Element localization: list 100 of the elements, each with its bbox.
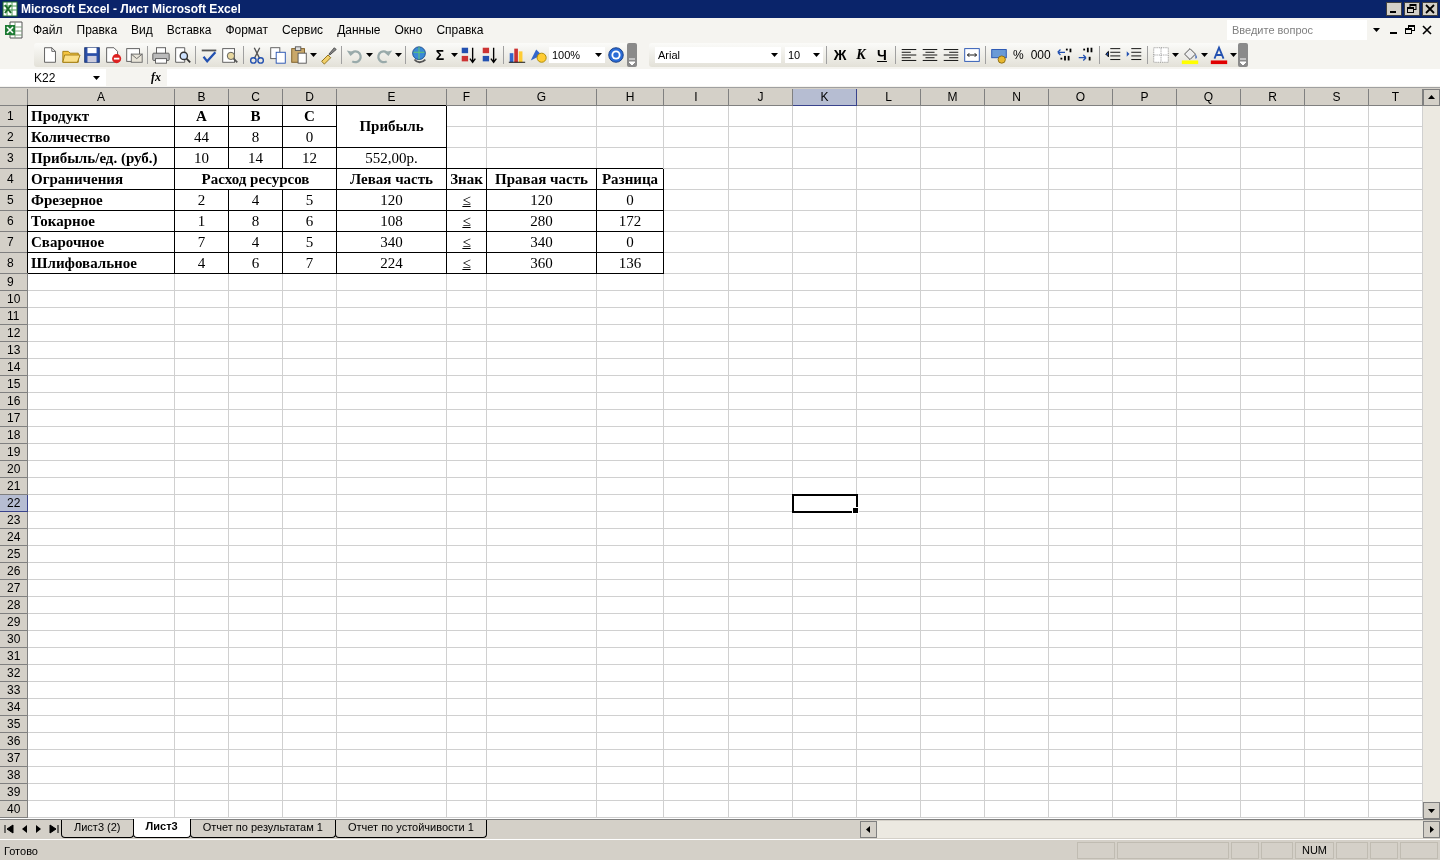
vertical-scrollbar[interactable] [1423, 89, 1440, 819]
row-header[interactable]: 28 [0, 597, 28, 614]
menu-item[interactable]: Вставка [159, 21, 219, 39]
row-header[interactable]: 32 [0, 665, 28, 682]
column-header[interactable]: N [985, 89, 1049, 106]
row-header[interactable]: 33 [0, 682, 28, 699]
row-header[interactable]: 4 [0, 169, 28, 190]
font-name-dropdown[interactable]: Arial [655, 47, 781, 63]
menu-item[interactable]: Справка [429, 21, 491, 39]
row-header[interactable]: 5 [0, 190, 28, 211]
row-header[interactable]: 18 [0, 427, 28, 444]
scroll-right-icon[interactable] [1423, 821, 1440, 838]
menu-item[interactable]: Правка [69, 21, 125, 39]
scissors-icon[interactable] [247, 45, 267, 65]
dropdown-arrow-icon[interactable] [595, 53, 602, 57]
row-header[interactable]: 30 [0, 631, 28, 648]
restore-icon[interactable] [1405, 25, 1416, 35]
name-box[interactable]: K22 [0, 69, 106, 86]
dropdown-arrow-icon[interactable] [93, 75, 100, 80]
row-header[interactable]: 10 [0, 291, 28, 308]
row-header[interactable]: 34 [0, 699, 28, 716]
column-header[interactable]: J [729, 89, 793, 106]
help-search-field[interactable]: Введите вопрос [1227, 20, 1367, 40]
italic-button[interactable]: К [851, 47, 871, 63]
active-cell[interactable] [793, 495, 857, 512]
caret-icon[interactable] [1200, 53, 1208, 57]
row-header[interactable]: 9 [0, 274, 28, 291]
row-header[interactable]: 39 [0, 784, 28, 801]
row-header[interactable]: 20 [0, 461, 28, 478]
column-header[interactable]: L [857, 89, 921, 106]
spreadsheet-icon[interactable] [4, 20, 26, 40]
close-icon[interactable] [1422, 25, 1432, 35]
close-icon[interactable] [1422, 2, 1438, 16]
row-header[interactable]: 6 [0, 211, 28, 232]
column-header[interactable]: M [921, 89, 985, 106]
scroll-down-icon[interactable] [1423, 802, 1440, 819]
envelope-icon[interactable] [124, 45, 144, 65]
select-all-button[interactable] [0, 89, 28, 106]
row-header[interactable]: 29 [0, 614, 28, 631]
row-header[interactable]: 26 [0, 563, 28, 580]
row-header[interactable]: 35 [0, 716, 28, 733]
row-header[interactable]: 24 [0, 529, 28, 546]
merge-cells-icon[interactable] [962, 45, 982, 65]
menu-item[interactable]: Файл [26, 21, 70, 39]
menu-item[interactable]: Вид [124, 21, 160, 39]
bold-button[interactable]: Ж [830, 47, 850, 63]
row-header[interactable]: 11 [0, 308, 28, 325]
menu-item[interactable]: Окно [387, 21, 430, 39]
row-header[interactable]: 13 [0, 342, 28, 359]
column-header[interactable]: G [487, 89, 597, 106]
minimize-icon[interactable] [1386, 2, 1402, 16]
sheet-tab[interactable]: Отчет по устойчивости 1 [334, 820, 487, 838]
dropdown-arrow-icon[interactable] [1373, 27, 1381, 33]
column-header[interactable]: T [1369, 89, 1423, 106]
sort-ascending-icon[interactable] [459, 45, 479, 65]
menu-item[interactable]: Сервис [275, 21, 331, 39]
row-header[interactable]: 8 [0, 253, 28, 274]
row-header[interactable]: 31 [0, 648, 28, 665]
first-sheet-icon[interactable] [2, 822, 16, 836]
menu-item[interactable]: Формат [218, 21, 276, 39]
row-header[interactable]: 25 [0, 546, 28, 563]
column-header[interactable]: P [1113, 89, 1177, 106]
restore-icon[interactable] [1404, 2, 1420, 16]
print-preview-icon[interactable] [172, 45, 192, 65]
column-header[interactable]: K [793, 89, 857, 106]
help-icon[interactable] [606, 45, 626, 65]
column-header[interactable]: O [1049, 89, 1113, 106]
globe-link-icon[interactable] [409, 45, 429, 65]
insert-function-button[interactable]: fx [151, 70, 165, 85]
font-color-icon[interactable] [1208, 45, 1229, 65]
percent-button[interactable]: % [1010, 48, 1027, 62]
row-header[interactable]: 21 [0, 478, 28, 495]
row-header[interactable]: 27 [0, 580, 28, 597]
row-header[interactable]: 22 [0, 495, 28, 512]
caret-icon[interactable] [1229, 53, 1237, 57]
column-header[interactable]: S [1305, 89, 1369, 106]
row-header[interactable]: 1 [0, 106, 28, 127]
caret-icon[interactable] [366, 53, 373, 57]
menu-item[interactable]: Данные [330, 21, 388, 39]
sheet-tab[interactable]: Лист3 (2) [61, 820, 134, 838]
thousands-separator-button[interactable]: 000 [1027, 48, 1054, 62]
row-header[interactable]: 23 [0, 512, 28, 529]
row-header[interactable]: 15 [0, 376, 28, 393]
formula-input-field[interactable] [167, 69, 1440, 86]
row-header[interactable]: 7 [0, 232, 28, 253]
horizontal-scrollbar[interactable] [858, 821, 1440, 838]
row-header[interactable]: 16 [0, 393, 28, 410]
row-header[interactable]: 36 [0, 733, 28, 750]
row-header[interactable]: 37 [0, 750, 28, 767]
row-header[interactable]: 40 [0, 801, 28, 818]
row-header[interactable]: 17 [0, 410, 28, 427]
autosum-button[interactable]: Σ [430, 47, 450, 63]
dropdown-arrow-icon[interactable] [771, 53, 778, 57]
last-sheet-icon[interactable] [47, 822, 61, 836]
row-header[interactable]: 2 [0, 127, 28, 148]
caret-icon[interactable] [310, 53, 317, 57]
book-magnifier-icon[interactable] [220, 45, 240, 65]
sheet-tab[interactable]: Отчет по результатам 1 [189, 820, 336, 838]
clipboard-icon[interactable] [289, 45, 309, 65]
paintbrush-icon[interactable] [318, 45, 338, 65]
